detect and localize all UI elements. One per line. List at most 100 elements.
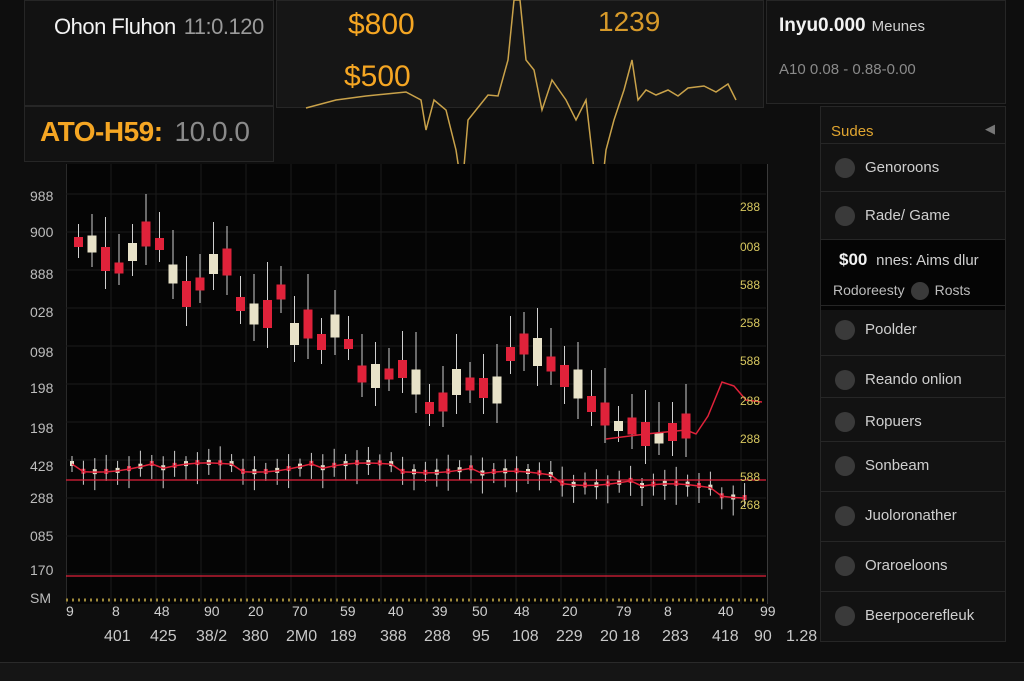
candle-body	[506, 347, 515, 361]
candle-body	[452, 369, 461, 395]
sidebar-item-6[interactable]: Juoloronather	[821, 491, 1005, 539]
sidebar-item-label: Oraroeloons	[865, 557, 948, 574]
title-text: Ohon Fluhon	[54, 14, 176, 39]
sidebar-item-label: Juoloronather	[865, 507, 957, 524]
sidebar-item-0[interactable]: Genoroons	[821, 143, 1005, 191]
left-axis-label: 288	[30, 490, 54, 506]
date-axis-label: 425	[150, 628, 177, 645]
sidebar-item-5[interactable]: Sonbeam	[821, 441, 1005, 489]
market-title: Inyu0.000 Meunes	[779, 15, 925, 37]
candle-body	[654, 432, 664, 444]
sidebar-item-label: Ropuers	[865, 413, 922, 430]
app-title: Ohon Fluhon 11:0.120	[54, 14, 264, 40]
sidebar-item-2[interactable]: Poolder	[821, 305, 1005, 353]
time-axis-label: 79	[616, 603, 632, 619]
sidebar-item-label: Genoroons	[865, 159, 940, 176]
highlight-price-value: $00	[839, 250, 868, 269]
time-axis-label: 20	[562, 603, 578, 619]
date-axis-label: 288	[424, 628, 451, 645]
highlight-left: Rodoreesty	[833, 282, 905, 298]
left-axis-label: 085	[30, 528, 54, 544]
left-axis-label: 198	[30, 420, 54, 436]
date-axis-label: 283	[662, 628, 689, 645]
candle-body	[317, 334, 326, 350]
circle-icon	[835, 505, 855, 526]
time-axis-label: 8	[664, 603, 672, 619]
candle-body	[303, 309, 313, 339]
sidebar-title: Sudes	[831, 123, 874, 140]
candle-body	[209, 254, 218, 274]
time-axis-label: 70	[292, 603, 308, 619]
time-axis-label: 8	[112, 603, 120, 619]
circle-icon	[835, 455, 855, 476]
time-axis-label: 48	[154, 603, 170, 619]
sidebar-item-label: Beerpocerefleuk	[865, 607, 975, 624]
candle-body	[357, 365, 367, 383]
ticker-symbol-row[interactable]: ATO-H59: 10.0.0	[40, 116, 250, 148]
date-axis-label: 20 18	[600, 628, 641, 645]
date-axis-label: 380	[242, 628, 269, 645]
right-axis-label: 008	[740, 240, 761, 254]
sidebar-item-4[interactable]: Ropuers	[821, 397, 1005, 445]
market-title-main: Inyu0.000	[779, 15, 866, 36]
candle-body	[479, 378, 488, 398]
candle-body	[195, 277, 205, 291]
market-summary-panel: Inyu0.000 Meunes A10 0.08 - 0.88-0.00	[766, 0, 1006, 104]
sidebar-item-1[interactable]: Rade/ Game	[821, 191, 1005, 239]
candle-body	[587, 396, 596, 412]
candle-body	[290, 323, 299, 345]
circle-icon	[835, 605, 855, 626]
left-axis-label: 428	[30, 458, 54, 474]
sidebar-item-label: Rade/ Game	[865, 207, 951, 224]
date-axis-label: 38/2	[196, 628, 228, 645]
price-label-b: $500	[344, 60, 411, 93]
candlestick-chart[interactable]	[66, 164, 766, 604]
highlight-price-sub: nnes: Aims dlur	[876, 252, 979, 269]
candle-body	[128, 243, 137, 261]
candle-body	[560, 365, 569, 387]
candle-body	[74, 237, 83, 247]
sidebar-item-7[interactable]: Oraroeloons	[821, 541, 1005, 589]
sidebar-item-label: Sonbeam	[865, 457, 930, 474]
sidebar-item-label: Poolder	[865, 321, 917, 338]
candle-body	[438, 392, 448, 412]
candle-body	[411, 369, 421, 395]
candle-body	[384, 368, 394, 380]
right-axis-label: 258	[740, 316, 761, 330]
time-axis-label: 9	[66, 603, 74, 619]
candle-body	[114, 262, 124, 274]
candle-body	[614, 421, 623, 431]
right-axis-label: 588	[740, 470, 761, 484]
candle-body	[681, 413, 691, 439]
candle-body	[276, 284, 286, 300]
right-axis-label: 288	[740, 394, 761, 408]
candle-body	[330, 314, 340, 338]
candle-body	[371, 364, 380, 388]
candle-body	[627, 417, 637, 435]
date-axis-label: 2M0	[286, 628, 318, 645]
left-axis-label: 198	[30, 380, 54, 396]
market-title-sub: Meunes	[871, 18, 925, 35]
left-axis-label: 888	[30, 266, 54, 282]
collapse-icon[interactable]: ◀	[985, 121, 995, 137]
circle-icon	[835, 319, 855, 340]
candle-body	[263, 300, 272, 328]
left-axis-label: 988	[30, 188, 54, 204]
candle-body	[249, 303, 259, 325]
highlight-right: Rosts	[934, 282, 971, 298]
candle-body	[533, 338, 542, 366]
sidebar-item-8[interactable]: Beerpocerefleuk	[821, 591, 1005, 639]
left-axis-label: 170	[30, 562, 54, 578]
sidebar: Sudes ◀ Genoroons Rade/ Game $00 nnes: A…	[820, 106, 1006, 642]
circle-icon	[835, 369, 855, 390]
sidebar-highlight-card[interactable]: $00 nnes: Aims dlur Rodoreesty Rosts	[821, 239, 1005, 310]
circle-icon	[835, 157, 855, 178]
left-axis-label: 028	[30, 304, 54, 320]
candle-body	[573, 369, 583, 399]
highlight-row: Rodoreesty Rosts	[833, 282, 971, 301]
toggle-icon[interactable]	[910, 282, 929, 301]
sidebar-item-3[interactable]: Reando onlion	[821, 355, 1005, 403]
date-axis-label: 108	[512, 628, 539, 645]
candle-body	[141, 221, 151, 247]
candle-body	[182, 281, 191, 307]
